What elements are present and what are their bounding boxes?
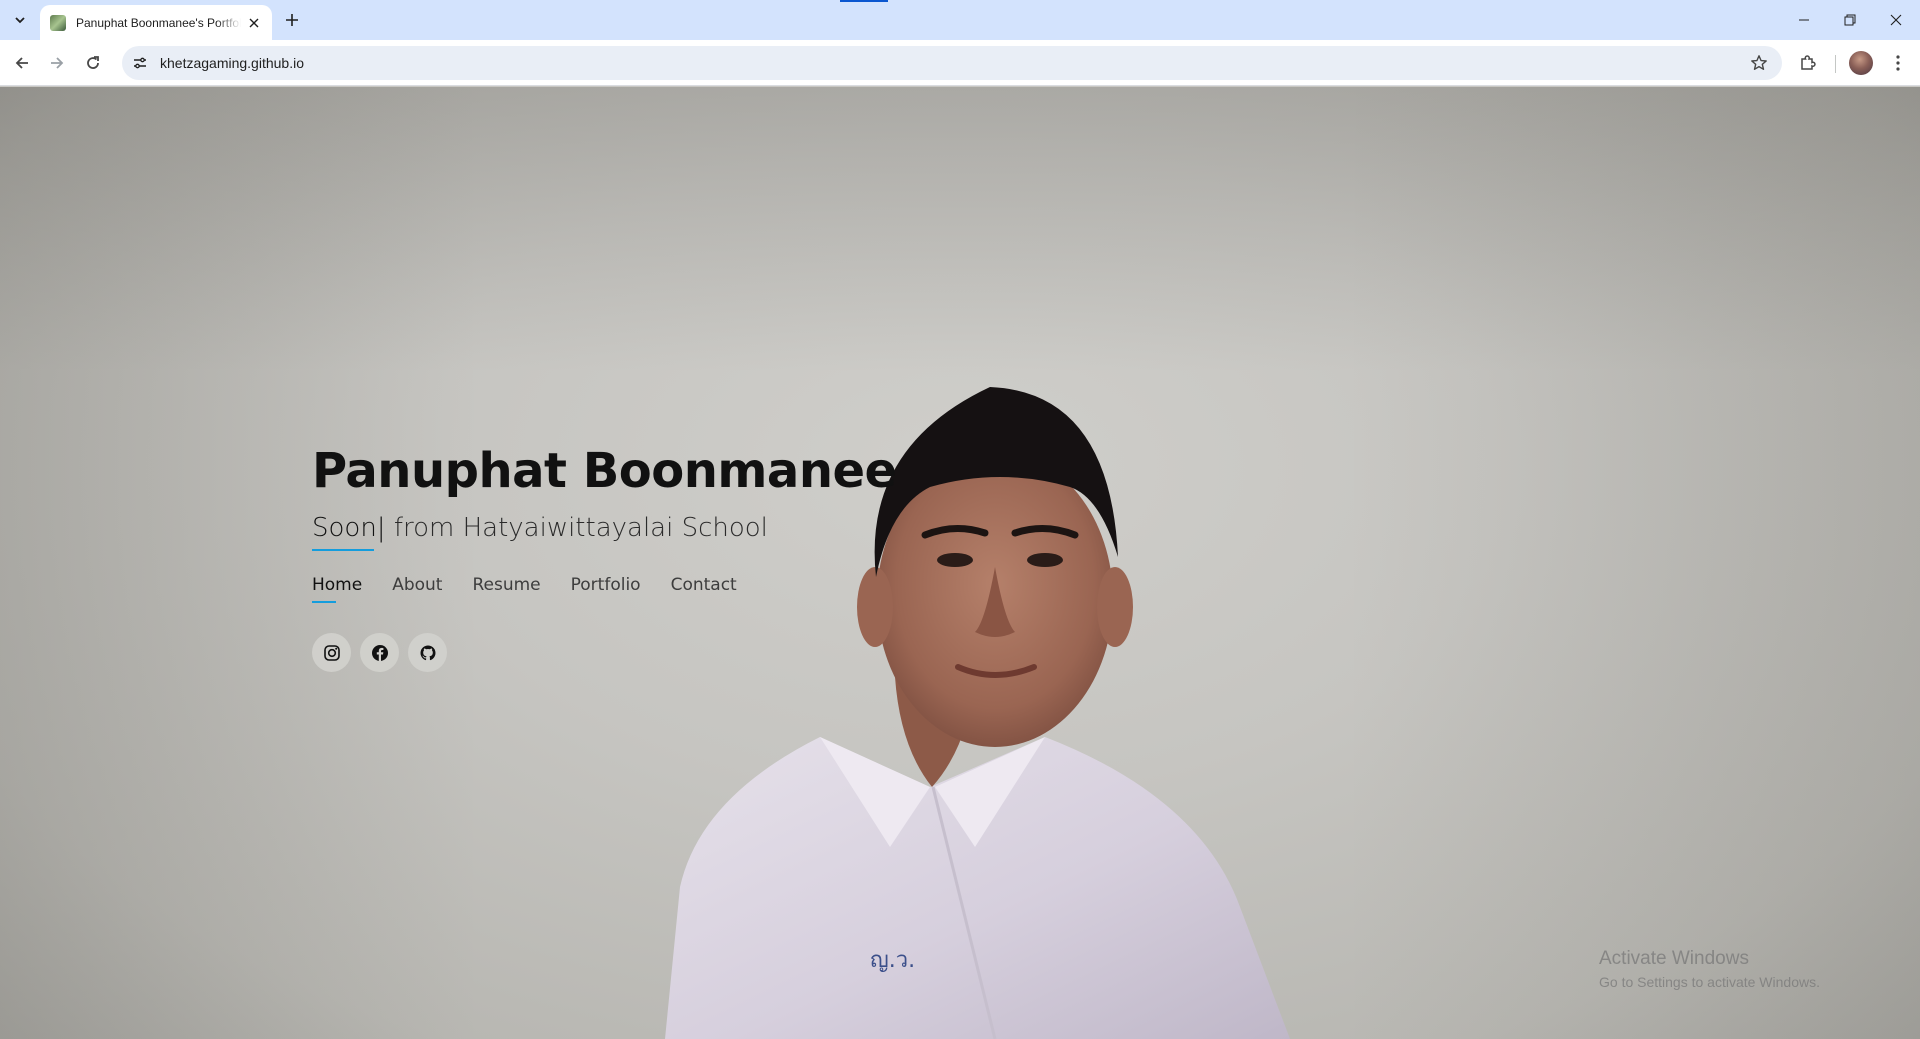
restore-button[interactable] xyxy=(1827,0,1873,40)
arrow-right-icon xyxy=(51,57,64,69)
browser-toolbar: khetzagaming.github.io xyxy=(0,40,1920,86)
shirt-embroidery: ญ.ว. xyxy=(870,948,915,973)
close-window-button[interactable] xyxy=(1873,0,1919,40)
subtitle-rest: from Hatyaiwittayalai School xyxy=(385,513,768,543)
nav-link-portfolio[interactable]: Portfolio xyxy=(571,575,641,595)
watermark-title: Activate Windows xyxy=(1599,948,1749,969)
nav-link-home[interactable]: Home xyxy=(312,575,362,603)
right-eye xyxy=(1027,553,1063,567)
nav-link-resume[interactable]: Resume xyxy=(472,575,540,595)
instagram-link[interactable] xyxy=(312,633,351,672)
typing-caret: | xyxy=(376,513,386,543)
active-tab[interactable]: Panuphat Boonmanee's Portfolio xyxy=(40,5,272,40)
facebook-icon xyxy=(371,644,388,661)
tab-strip: Panuphat Boonmanee's Portfolio xyxy=(0,0,1920,40)
tune-icon xyxy=(134,57,146,69)
close-icon xyxy=(249,18,259,27)
tab-title: Panuphat Boonmanee's Portfolio xyxy=(76,15,241,30)
minimize-icon xyxy=(1799,19,1809,21)
hero-section: ญ.ว. Panuphat Boonmanee Soon| from Hatya… xyxy=(0,87,1920,1039)
plus-icon xyxy=(286,14,298,26)
social-links xyxy=(312,633,897,672)
instagram-icon xyxy=(323,644,340,661)
activate-windows-watermark: Activate Windows Go to Settings to activ… xyxy=(1599,948,1820,990)
site-favicon-icon xyxy=(50,14,66,31)
main-nav: Home About Resume Portfolio Contact xyxy=(312,575,897,603)
arrow-left-icon xyxy=(15,57,28,69)
bookmark-button[interactable] xyxy=(1746,50,1772,76)
minimize-button[interactable] xyxy=(1781,0,1827,40)
puzzle-icon xyxy=(1801,55,1816,70)
facebook-link[interactable] xyxy=(360,633,399,672)
forward-button[interactable] xyxy=(43,49,71,77)
back-button[interactable] xyxy=(8,49,36,77)
star-icon xyxy=(1751,55,1767,70)
right-ear xyxy=(1097,567,1133,647)
address-bar[interactable]: khetzagaming.github.io xyxy=(122,46,1782,80)
left-eye xyxy=(937,553,973,567)
typed-text: Soon| xyxy=(312,513,386,551)
chevron-down-icon xyxy=(15,17,25,24)
reload-button[interactable] xyxy=(79,49,107,77)
watermark-subtitle: Go to Settings to activate Windows. xyxy=(1599,974,1820,990)
menu-button[interactable] xyxy=(1884,49,1912,77)
profile-avatar[interactable] xyxy=(1849,51,1873,75)
more-vertical-icon xyxy=(1896,55,1900,71)
tab-close-button[interactable] xyxy=(247,15,262,31)
typed-word: Soon xyxy=(312,513,377,543)
nav-link-contact[interactable]: Contact xyxy=(671,575,737,595)
hero-content: Panuphat Boonmanee Soon| from Hatyaiwitt… xyxy=(312,439,897,672)
extensions-button[interactable] xyxy=(1794,49,1822,77)
hero-name: Panuphat Boonmanee xyxy=(312,443,897,499)
loading-indicator xyxy=(840,0,888,2)
github-icon xyxy=(420,645,435,660)
portrait-photo: ญ.ว. xyxy=(665,387,1290,1039)
restore-icon xyxy=(1844,14,1856,26)
close-icon xyxy=(1890,14,1902,26)
url-text[interactable]: khetzagaming.github.io xyxy=(160,55,304,71)
site-info-button[interactable] xyxy=(126,49,154,77)
new-tab-button[interactable] xyxy=(280,8,304,32)
nav-link-about[interactable]: About xyxy=(392,575,442,595)
hero-subtitle: Soon| from Hatyaiwittayalai School xyxy=(312,513,897,551)
github-link[interactable] xyxy=(408,633,447,672)
reload-icon xyxy=(87,56,99,69)
toolbar-divider xyxy=(1835,55,1836,73)
tab-search-button[interactable] xyxy=(8,8,32,32)
